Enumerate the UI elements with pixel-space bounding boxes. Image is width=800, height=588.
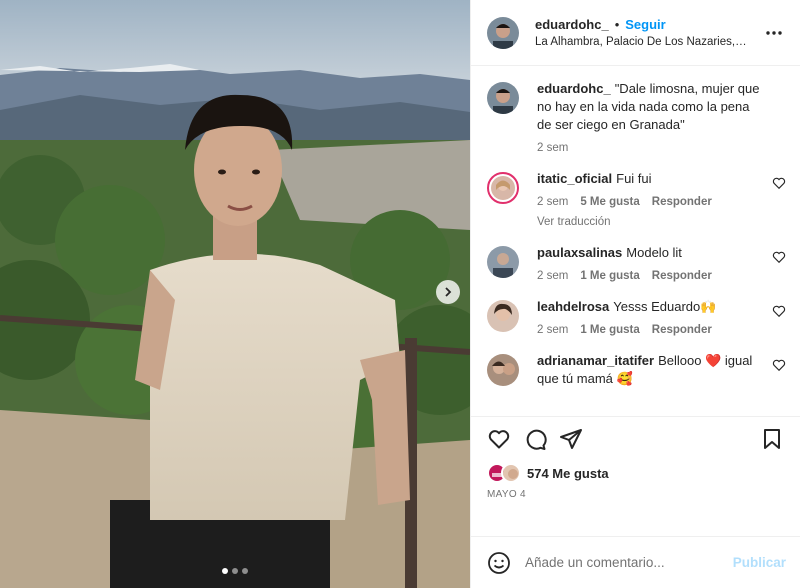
post-dialog: eduardohc_ • Seguir La Alhambra, Palacio… — [0, 0, 800, 588]
post-header: eduardohc_ • Seguir La Alhambra, Palacio… — [471, 0, 800, 66]
post-actions: 574 Me gusta MAYO 4 — [471, 416, 800, 536]
avatar[interactable] — [487, 172, 519, 204]
photo-image — [0, 0, 470, 588]
carousel-indicator — [0, 568, 470, 574]
post-date[interactable]: MAYO 4 — [487, 489, 784, 500]
comment-item: leahdelrosa Yesss Eduardo🙌 2 sem 1 Me gus… — [487, 298, 786, 336]
comment-username[interactable]: adrianamar_itatifer — [537, 353, 654, 368]
reply-button[interactable]: Responder — [652, 196, 712, 208]
comments-list[interactable]: eduardohc_ "Dale limosna, mujer que no ha… — [471, 66, 800, 416]
comment-item: paulaxsalinas Modelo lit 2 sem 1 Me gusta… — [487, 244, 786, 282]
chevron-right-icon — [445, 287, 452, 297]
reply-button[interactable]: Responder — [652, 324, 712, 336]
heart-icon[interactable] — [772, 250, 786, 264]
comment-time[interactable]: 2 sem — [537, 324, 568, 336]
comment-likes[interactable]: 1 Me gusta — [580, 324, 639, 336]
more-horizontal-icon — [766, 30, 782, 35]
comment-username[interactable]: paulaxsalinas — [537, 245, 622, 260]
comment-text: Modelo lit — [626, 245, 682, 260]
carousel-dot — [232, 568, 238, 574]
heart-icon[interactable] — [772, 304, 786, 318]
separator-dot: • — [614, 17, 620, 32]
share-icon[interactable] — [559, 427, 583, 451]
bookmark-icon[interactable] — [760, 427, 784, 451]
carousel-dot — [242, 568, 248, 574]
publish-button[interactable]: Publicar — [733, 555, 786, 570]
heart-icon[interactable] — [772, 358, 786, 372]
comment-input[interactable] — [525, 555, 733, 570]
comment-item: adrianamar_itatifer Bellooo ❤️ igual que … — [487, 352, 786, 388]
comment-text: Yesss Eduardo🙌 — [613, 299, 717, 314]
author-avatar[interactable] — [487, 16, 519, 49]
post-side-panel: eduardohc_ • Seguir La Alhambra, Palacio… — [470, 0, 800, 588]
location-link[interactable]: La Alhambra, Palacio De Los Nazaries, ..… — [535, 36, 747, 48]
caption-time[interactable]: 2 sem — [537, 142, 568, 154]
emoji-icon[interactable] — [487, 551, 511, 575]
follow-button[interactable]: Seguir — [625, 17, 665, 32]
comment-username[interactable]: leahdelrosa — [537, 299, 609, 314]
comment-likes[interactable]: 1 Me gusta — [580, 270, 639, 282]
see-translation-link[interactable]: Ver traducción — [537, 216, 764, 228]
post-photo[interactable] — [0, 0, 470, 588]
avatar[interactable] — [487, 82, 519, 114]
author-username[interactable]: eduardohc_ — [535, 17, 609, 32]
carousel-next-button[interactable] — [436, 280, 460, 304]
comment-text: Fui fui — [616, 171, 652, 186]
header-info: eduardohc_ • Seguir La Alhambra, Palacio… — [535, 17, 762, 48]
likes-count[interactable]: 574 Me gusta — [527, 466, 609, 481]
caption: eduardohc_ "Dale limosna, mujer que no ha… — [487, 80, 786, 154]
comment-time[interactable]: 2 sem — [537, 270, 568, 282]
caption-username[interactable]: eduardohc_ — [537, 81, 611, 96]
reply-button[interactable]: Responder — [652, 270, 712, 282]
comment-item: itatic_oficial Fui fui 2 sem 5 Me gusta R… — [487, 170, 786, 228]
liker-avatar — [501, 463, 521, 483]
comment-icon[interactable] — [523, 427, 547, 451]
avatar[interactable] — [487, 354, 519, 386]
add-comment-bar: Publicar — [471, 536, 800, 588]
likes-summary[interactable]: 574 Me gusta — [487, 463, 784, 483]
avatar[interactable] — [487, 246, 519, 278]
carousel-dot — [222, 568, 228, 574]
avatar[interactable] — [487, 300, 519, 332]
heart-icon[interactable] — [772, 176, 786, 190]
comment-likes[interactable]: 5 Me gusta — [580, 196, 639, 208]
comment-time[interactable]: 2 sem — [537, 196, 568, 208]
like-heart-icon[interactable] — [487, 427, 511, 451]
comment-username[interactable]: itatic_oficial — [537, 171, 612, 186]
more-options-button[interactable] — [762, 21, 786, 45]
